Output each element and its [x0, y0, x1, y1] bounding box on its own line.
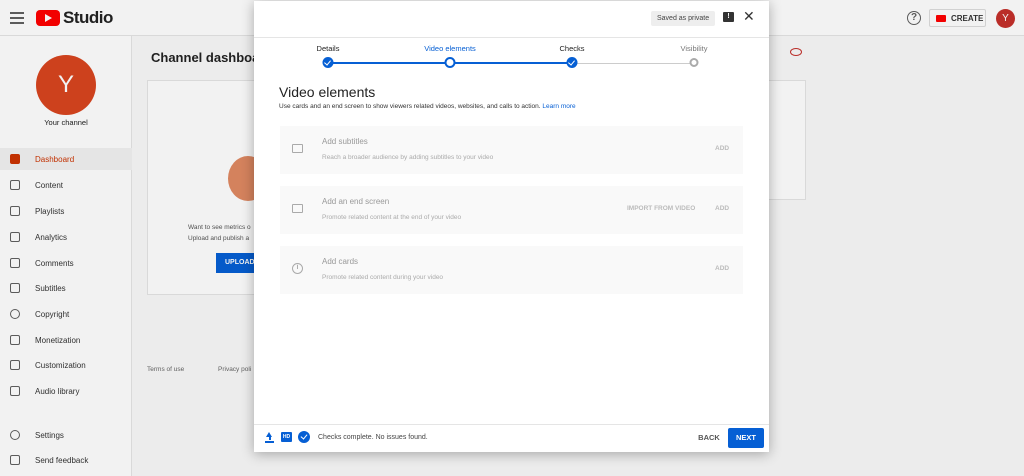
option-title: Add an end screen — [322, 197, 390, 206]
info-icon: i — [292, 263, 303, 274]
description-text: Use cards and an end screen to show view… — [279, 103, 541, 110]
dialog-title: Video elements — [279, 84, 376, 100]
stepper-line — [572, 63, 694, 64]
next-button[interactable]: NEXT — [728, 428, 764, 448]
stepper-line — [328, 62, 450, 64]
step-details-label[interactable]: Details — [317, 44, 340, 53]
upload-dialog: Saved as private ! ✕ Details Video eleme… — [254, 1, 769, 452]
feedback-icon[interactable]: ! — [723, 12, 734, 22]
step-video-elements-label[interactable]: Video elements — [424, 44, 476, 53]
hd-icon: HD — [281, 432, 292, 442]
add-cards-button[interactable]: ADD — [715, 265, 729, 272]
status-text: Checks complete. No issues found. — [318, 434, 428, 441]
dialog-description: Use cards and an end screen to show view… — [279, 103, 576, 110]
close-icon[interactable]: ✕ — [743, 9, 755, 23]
add-end-screen-option: Add an end screen Promote related conten… — [280, 186, 743, 234]
option-subtitle: Promote related content at the end of yo… — [322, 214, 462, 221]
checks-complete-icon — [298, 431, 310, 443]
step-visibility-label[interactable]: Visibility — [681, 44, 708, 53]
import-from-video-button[interactable]: IMPORT FROM VIDEO — [627, 205, 695, 212]
learn-more-link[interactable]: Learn more — [542, 103, 575, 110]
add-subtitles-button[interactable]: ADD — [715, 145, 729, 152]
option-subtitle: Reach a broader audience by adding subti… — [322, 154, 494, 161]
saved-status-badge: Saved as private — [651, 11, 716, 26]
stepper-line — [450, 62, 572, 64]
end-screen-icon — [292, 204, 303, 213]
add-end-screen-button[interactable]: ADD — [715, 205, 729, 212]
option-title: Add cards — [322, 257, 359, 266]
divider — [254, 424, 769, 425]
step-pending-dot-icon[interactable] — [689, 58, 699, 67]
step-complete-check-icon[interactable] — [566, 57, 578, 68]
step-complete-check-icon[interactable] — [322, 57, 334, 68]
back-button[interactable]: BACK — [694, 429, 724, 447]
divider — [254, 37, 769, 38]
subtitles-icon — [292, 144, 303, 153]
step-current-dot-icon[interactable] — [444, 57, 456, 68]
upload-icon — [264, 432, 275, 443]
option-subtitle: Promote related content during your vide… — [322, 274, 444, 281]
add-cards-option: i Add cards Promote related content duri… — [280, 246, 743, 294]
option-title: Add subtitles — [322, 137, 368, 146]
step-checks-label[interactable]: Checks — [559, 44, 584, 53]
add-subtitles-option: Add subtitles Reach a broader audience b… — [280, 126, 743, 174]
